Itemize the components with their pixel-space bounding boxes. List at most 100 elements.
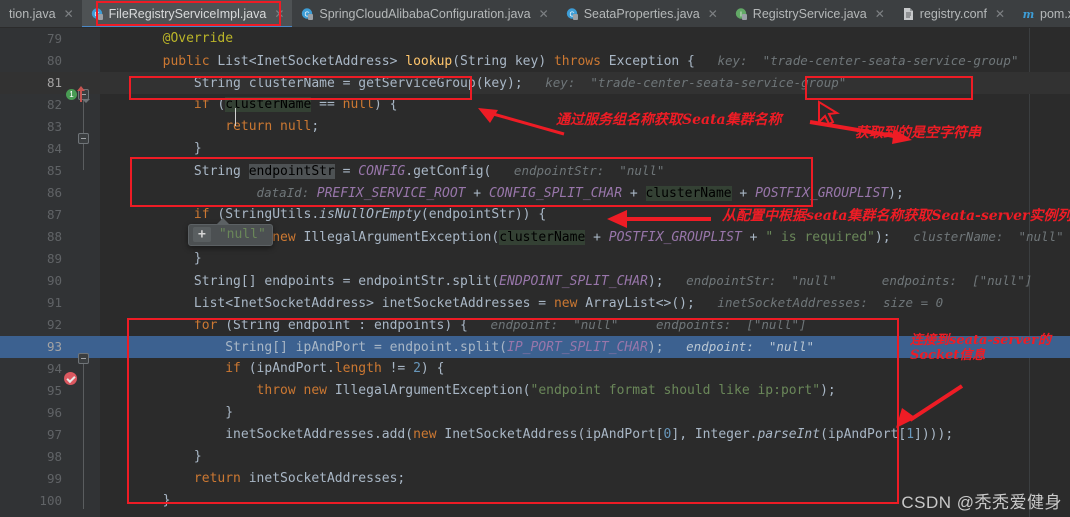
annotation-note-1: 通过服务组名称获取Seata集群名称 bbox=[556, 112, 782, 128]
inline-debug-hint: endpoint: "null" bbox=[664, 339, 815, 354]
code-token: String[] endpoints = endpointStr.split( bbox=[194, 274, 499, 289]
code-token: (endpointStr)) { bbox=[421, 207, 546, 222]
line-number: 90 bbox=[0, 270, 62, 292]
code-editor[interactable]: 79 @Override80 public List<InetSocketAdd… bbox=[0, 28, 1070, 517]
code-token: ]))); bbox=[914, 427, 953, 442]
code-token: String[] ipAndPort = endpoint.split( bbox=[225, 340, 507, 355]
code-token: ); bbox=[888, 186, 904, 201]
code-line[interactable]: 84 } bbox=[0, 138, 1070, 160]
code-token: clusterName bbox=[646, 186, 732, 201]
line-number: 98 bbox=[0, 446, 62, 468]
editor-tab-0[interactable]: tion.java ✕ bbox=[0, 0, 82, 28]
fold-toggle-line-82[interactable] bbox=[78, 133, 89, 144]
text-caret bbox=[235, 108, 236, 126]
ide-window: tion.java✕CFileRegistryServiceImpl.java✕… bbox=[0, 0, 1070, 517]
code-token: new bbox=[413, 427, 444, 442]
editor-tab-4[interactable]: IRegistryService.java✕ bbox=[726, 0, 893, 28]
code-token: endpointStr bbox=[249, 164, 335, 179]
editor-tab-label: SpringCloudAlibabaConfiguration.java bbox=[319, 8, 530, 21]
code-token: + bbox=[622, 186, 645, 201]
code-token: throws bbox=[554, 54, 609, 69]
code-token: ; bbox=[311, 119, 319, 134]
line-number: 84 bbox=[0, 138, 62, 160]
editor-tab-close-icon[interactable]: ✕ bbox=[64, 8, 74, 20]
code-line[interactable]: 86 dataId: PREFIX_SERVICE_ROOT + CONFIG_… bbox=[0, 182, 1070, 204]
breakpoint-verified-icon[interactable] bbox=[64, 372, 77, 385]
code-token: clusterName bbox=[499, 230, 585, 245]
annotation-note-2: 获取到的是空字符串 bbox=[855, 125, 981, 141]
code-token: + bbox=[465, 186, 488, 201]
fold-toggle-line-92[interactable] bbox=[78, 353, 89, 364]
code-line[interactable]: 89 } bbox=[0, 248, 1070, 270]
code-token: 1 bbox=[906, 427, 914, 442]
code-token: new bbox=[554, 296, 585, 311]
code-token: new bbox=[272, 230, 303, 245]
inline-value-popup[interactable]: + "null" bbox=[188, 224, 273, 246]
code-token: POSTFIX_GROUPLIST bbox=[755, 186, 888, 201]
code-token: (key); bbox=[476, 76, 523, 91]
maven-icon: m bbox=[1022, 7, 1035, 21]
editor-tab-2[interactable]: CSpringCloudAlibabaConfiguration.java✕ bbox=[292, 0, 556, 28]
fold-toggle-line-80[interactable] bbox=[78, 89, 89, 100]
code-line[interactable]: 98 } bbox=[0, 446, 1070, 468]
editor-tab-3[interactable]: CSeataProperties.java✕ bbox=[557, 0, 726, 28]
inline-debug-hint: endpoint: "null" endpoints: ["null"] bbox=[468, 317, 807, 332]
editor-tab-1[interactable]: CFileRegistryServiceImpl.java✕ bbox=[82, 0, 293, 28]
editor-tab-close-icon[interactable]: ✕ bbox=[708, 8, 718, 20]
editor-tab-close-icon[interactable]: ✕ bbox=[995, 8, 1005, 20]
line-number: 93 bbox=[0, 336, 62, 358]
code-line[interactable]: 85 String endpointStr = CONFIG.getConfig… bbox=[0, 160, 1070, 182]
editor-tab-close-icon[interactable]: ✕ bbox=[875, 8, 885, 20]
code-line[interactable]: 91 List<InetSocketAddress> inetSocketAdd… bbox=[0, 292, 1070, 314]
code-line[interactable]: 82 if (clusterName == null) { bbox=[0, 94, 1070, 116]
line-number: 89 bbox=[0, 248, 62, 270]
code-text: } bbox=[100, 446, 202, 468]
override-marker-icon[interactable]: 1 bbox=[66, 89, 77, 100]
code-token: isNullOrEmpty bbox=[319, 207, 421, 222]
code-line[interactable]: 95 throw new IllegalArgumentException("e… bbox=[0, 380, 1070, 402]
code-line[interactable]: 88 throw new IllegalArgumentException(cl… bbox=[0, 226, 1070, 248]
line-number: 82 bbox=[0, 94, 62, 116]
code-token: String clusterName = bbox=[194, 76, 358, 91]
editor-tab-6[interactable]: mpom.xml (transact bbox=[1013, 0, 1070, 28]
line-number: 83 bbox=[0, 116, 62, 138]
editor-tab-label: tion.java bbox=[9, 8, 56, 21]
line-number: 79 bbox=[0, 28, 62, 50]
code-text: } bbox=[100, 248, 202, 270]
code-line[interactable]: 97 inetSocketAddresses.add(new InetSocke… bbox=[0, 424, 1070, 446]
code-token: IP_PORT_SPLIT_CHAR bbox=[507, 340, 648, 355]
editor-tab-5[interactable]: registry.conf✕ bbox=[893, 0, 1013, 28]
editor-tab-label: FileRegistryServiceImpl.java bbox=[109, 8, 267, 21]
code-token: return bbox=[194, 471, 249, 486]
code-token: PREFIX_SERVICE_ROOT bbox=[317, 186, 466, 201]
editor-tab-close-icon[interactable]: ✕ bbox=[274, 8, 284, 20]
code-token: if bbox=[194, 207, 217, 222]
code-token: parseInt bbox=[757, 427, 820, 442]
inline-debug-hint: endpointStr: "null" bbox=[491, 163, 664, 178]
java-interface-icon: I bbox=[735, 7, 748, 21]
code-line[interactable]: 80 public List<InetSocketAddress> lookup… bbox=[0, 50, 1070, 72]
code-line[interactable]: 90 String[] endpoints = endpointStr.spli… bbox=[0, 270, 1070, 292]
code-token: dataId: bbox=[257, 185, 317, 200]
inline-debug-hint: clusterName: "null" bbox=[891, 229, 1064, 244]
popup-operator: + bbox=[193, 227, 211, 242]
code-text: List<InetSocketAddress> inetSocketAddres… bbox=[100, 292, 943, 315]
code-token: null bbox=[280, 119, 311, 134]
code-token: + bbox=[742, 230, 765, 245]
code-token: inetSocketAddresses.add( bbox=[225, 427, 413, 442]
code-token: "endpoint format should like ip:port" bbox=[531, 383, 821, 398]
code-token: ); bbox=[648, 274, 664, 289]
code-text: public List<InetSocketAddress> lookup(St… bbox=[100, 50, 1018, 73]
code-line[interactable]: 79 @Override bbox=[0, 28, 1070, 50]
code-line[interactable]: 99 return inetSocketAddresses; bbox=[0, 468, 1070, 490]
code-line[interactable]: 96 } bbox=[0, 402, 1070, 424]
code-line[interactable]: 81 String clusterName = getServiceGroup(… bbox=[0, 72, 1070, 94]
code-token: } bbox=[194, 449, 202, 464]
line-number: 87 bbox=[0, 204, 62, 226]
line-number: 92 bbox=[0, 314, 62, 336]
code-text: dataId: PREFIX_SERVICE_ROOT + CONFIG_SPL… bbox=[100, 182, 904, 205]
editor-tab-close-icon[interactable]: ✕ bbox=[539, 8, 549, 20]
code-token: } bbox=[163, 493, 171, 508]
code-token: ArrayList<>(); bbox=[585, 296, 695, 311]
code-token: new bbox=[304, 383, 335, 398]
